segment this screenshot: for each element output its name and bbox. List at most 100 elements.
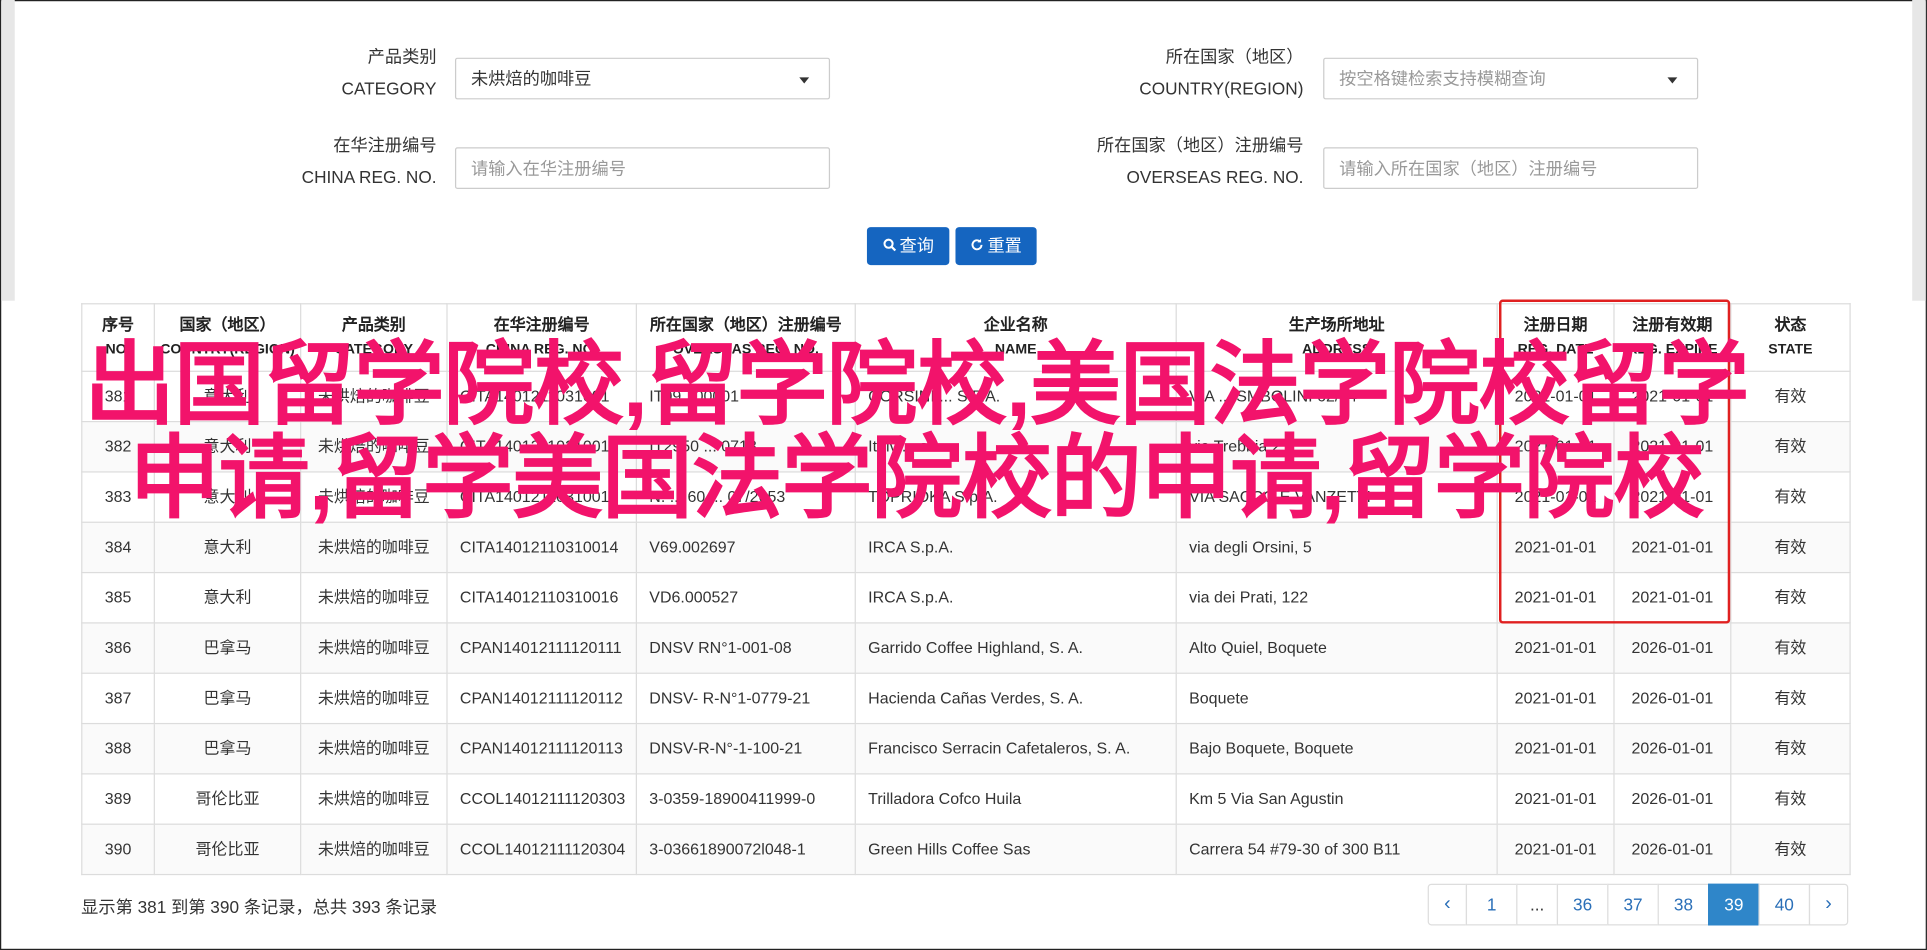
table-cell: 2021-01-01 bbox=[1613, 521, 1732, 574]
table-cell: IT2950 ... 0718 bbox=[635, 420, 856, 473]
table-cell: 2021-01-01 bbox=[1496, 622, 1615, 674]
table-cell: IRCA S.p.A. bbox=[854, 571, 1177, 624]
pagination-page-button[interactable]: 37 bbox=[1607, 883, 1659, 926]
column-header-cn: 注册日期 bbox=[1523, 315, 1588, 334]
pagination-prev-button[interactable]: ‹ bbox=[1427, 883, 1468, 926]
table-cell: Green Hills Coffee Sas bbox=[854, 823, 1177, 876]
table-row: 381 意大利 未烘焙的咖啡豆 CITA1401211031001 IT09...000… bbox=[81, 370, 1851, 423]
chevron-down-icon bbox=[1667, 77, 1678, 84]
pagination-page-button[interactable]: 38 bbox=[1657, 883, 1710, 926]
table-cell: CITA14012110310016 bbox=[446, 571, 637, 624]
table-cell: 389 bbox=[81, 773, 155, 825]
table-cell: CITA14012110310013 bbox=[446, 471, 637, 523]
table-cell: 390 bbox=[81, 823, 155, 876]
overseas-reg-input-placeholder: 请输入所在国家（地区）注册编号 bbox=[1339, 158, 1598, 178]
table-cell: 未烘焙的咖啡豆 bbox=[300, 370, 448, 423]
column-header-cn: 序号 bbox=[102, 315, 135, 334]
column-header-en: REG. DATE bbox=[1517, 342, 1594, 358]
table-row: 383 意大利 未烘焙的咖啡豆 CITA14012110310013 N. ... 60… bbox=[81, 471, 1851, 523]
search-button[interactable]: 查询 bbox=[866, 227, 950, 266]
table-cell: 383 bbox=[81, 471, 155, 523]
overseas-reg-label-cn: 所在国家（地区）注册编号 bbox=[1096, 135, 1304, 155]
table-cell: 2021-01-01 bbox=[1613, 420, 1732, 473]
country-select[interactable]: 按空格键检索支持模糊查询 bbox=[1323, 57, 1699, 100]
pagination-page-button[interactable]: 1 bbox=[1465, 883, 1518, 926]
table-cell: CITA14012110310014 bbox=[446, 521, 637, 574]
column-header: 序号 NO. bbox=[81, 303, 155, 372]
table-cell: Italv ... s.l. bbox=[854, 420, 1177, 473]
table-cell: 2021-01-01 bbox=[1496, 370, 1615, 423]
table-cell: 未烘焙的咖啡豆 bbox=[300, 823, 448, 876]
scrollbar-right[interactable] bbox=[1912, 0, 1926, 301]
table-cell: 2026-01-01 bbox=[1613, 722, 1732, 775]
column-header: 在华注册编号 CHINA REG. NO. bbox=[446, 303, 637, 372]
table-cell: 2026-01-01 bbox=[1613, 622, 1732, 674]
column-header-en: NO. bbox=[105, 342, 131, 358]
table-cell: 2021-01-01 bbox=[1613, 471, 1732, 523]
category-label-en: CATEGORY bbox=[341, 78, 437, 99]
table-cell: CORSINI ... S.P.A. bbox=[854, 370, 1177, 423]
pagination-page-button[interactable]: 36 bbox=[1556, 883, 1609, 926]
table-cell: 巴拿马 bbox=[153, 622, 302, 674]
table-cell: DNSV RN°1-001-08 bbox=[635, 622, 856, 674]
table-cell: CPAN14012111120112 bbox=[446, 672, 637, 725]
table-cell: Alto Quiel, Boquete bbox=[1175, 622, 1498, 674]
table-cell: 有效 bbox=[1730, 722, 1851, 775]
table-cell: 2021-01-01 bbox=[1496, 672, 1615, 725]
table-cell: 2021-01-01 bbox=[1496, 571, 1615, 624]
table-cell: 未烘焙的咖啡豆 bbox=[300, 521, 448, 574]
pagination-next-button[interactable]: › bbox=[1808, 883, 1849, 926]
table-cell: 385 bbox=[81, 571, 155, 624]
pagination-page-button[interactable]: ... bbox=[1516, 883, 1559, 926]
table-row: 382 意大利 未烘焙的咖啡豆 CITA1401211031001 IT2950 ...… bbox=[81, 420, 1851, 473]
table-cell: DNSV-R-N°-1-100-21 bbox=[635, 722, 856, 775]
table-cell: VIA SACCO E VANZETTI bbox=[1175, 471, 1498, 523]
table-cell: via degli Orsini, 5 bbox=[1175, 521, 1498, 574]
category-select[interactable]: 未烘焙的咖啡豆 bbox=[454, 57, 831, 100]
table-cell: Hacienda Cañas Verdes, S. A. bbox=[854, 672, 1177, 725]
overseas-reg-input[interactable]: 请输入所在国家（地区）注册编号 bbox=[1323, 147, 1699, 190]
table-cell: 哥伦比亚 bbox=[153, 823, 302, 876]
column-header-cn: 在华注册编号 bbox=[493, 315, 590, 334]
table-cell: 未烘焙的咖啡豆 bbox=[300, 722, 448, 775]
table-cell: 2021-01-01 bbox=[1613, 571, 1732, 624]
table-cell: 3-0359-18900411999-0 bbox=[635, 773, 856, 825]
china-reg-input[interactable]: 请输入在华注册编号 bbox=[454, 147, 831, 190]
category-select-value: 未烘焙的咖啡豆 bbox=[470, 68, 592, 89]
table-cell: CITA1401211031001 bbox=[446, 420, 637, 473]
china-reg-label: 在华注册编号 CHINA REG. NO. bbox=[246, 129, 437, 193]
column-header-cn: 产品类别 bbox=[341, 315, 406, 334]
table-cell: 386 bbox=[81, 622, 155, 674]
search-button-label: 查询 bbox=[899, 235, 934, 256]
table-cell: VD6.000527 bbox=[635, 571, 856, 624]
column-header-cn: 企业名称 bbox=[983, 315, 1048, 334]
table-cell: 2021-01-01 bbox=[1496, 521, 1615, 574]
table-cell: 2026-01-01 bbox=[1613, 672, 1732, 725]
table-row: 390 哥伦比亚 未烘焙的咖啡豆 CCOL14012111120304 3-036618… bbox=[81, 823, 1851, 876]
reset-button[interactable]: 重置 bbox=[955, 227, 1037, 266]
category-label-cn: 产品类别 bbox=[367, 46, 437, 67]
reset-button-label: 重置 bbox=[987, 235, 1022, 256]
records-summary: 显示第 381 到第 390 条记录，总共 393 条记录 bbox=[81, 897, 438, 917]
pagination-page-button[interactable]: 39 bbox=[1708, 883, 1760, 926]
refresh-icon bbox=[970, 227, 984, 265]
column-header: 国家（地区） COUNTRY(REGION) bbox=[153, 303, 302, 372]
table-cell: CPAN14012111120111 bbox=[446, 622, 637, 674]
table-cell: 2021-01-01 bbox=[1496, 420, 1615, 473]
scrollbar-left[interactable] bbox=[1, 0, 15, 301]
table-cell: 未烘焙的咖啡豆 bbox=[300, 773, 448, 825]
table-cell: Trilladora Cofco Huila bbox=[854, 773, 1177, 825]
pagination: ‹ 1... 36 37 38 39 40 › bbox=[1427, 883, 1849, 926]
overseas-reg-label: 所在国家（地区）注册编号 OVERSEAS REG. NO. bbox=[1058, 129, 1304, 193]
column-header-en: NAME bbox=[994, 342, 1037, 358]
table-cell: N. ... 60 ... 07/2053 bbox=[635, 471, 856, 523]
table-cell: 巴拿马 bbox=[153, 672, 302, 725]
table-cell: 2026-01-01 bbox=[1613, 823, 1732, 876]
table-cell: 巴拿马 bbox=[153, 722, 302, 775]
table-row: 385 意大利 未烘焙的咖啡豆 CITA14012110310016 VD6.00052… bbox=[81, 571, 1851, 624]
table-cell: 388 bbox=[81, 722, 155, 775]
table-cell: via Trebbia 2 bbox=[1175, 420, 1498, 473]
table-cell: VIA ... SMBOLINI 62/64 bbox=[1175, 370, 1498, 423]
pagination-page-button[interactable]: 40 bbox=[1758, 883, 1811, 926]
table-cell: 意大利 bbox=[153, 571, 302, 624]
